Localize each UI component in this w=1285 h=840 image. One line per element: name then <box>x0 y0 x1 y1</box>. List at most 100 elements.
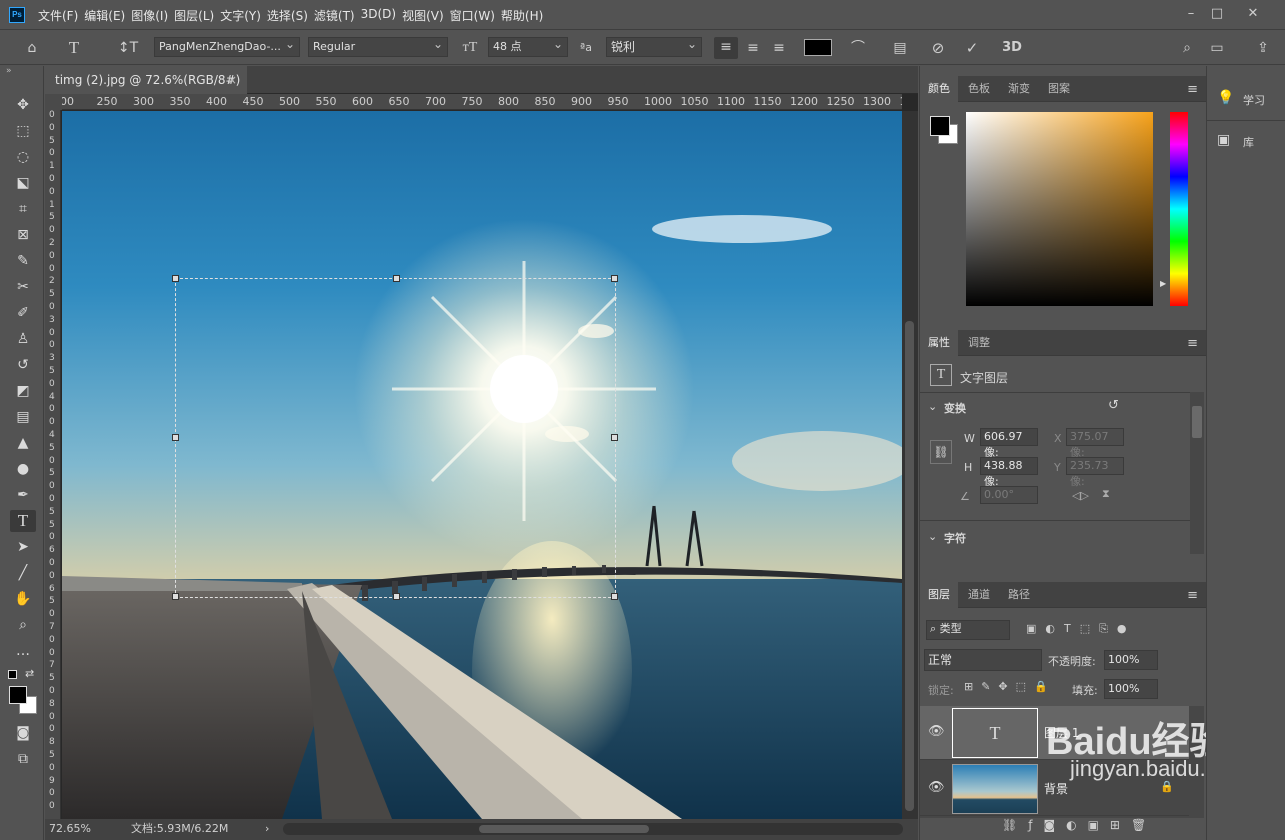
menu-item[interactable]: 3D(D) <box>361 7 402 24</box>
horizontal-scroll-thumb[interactable] <box>479 825 649 833</box>
status-menu-icon[interactable]: › <box>265 819 269 839</box>
transform-handle[interactable] <box>611 593 618 600</box>
default-colors-icon[interactable] <box>8 670 17 679</box>
transform-handle[interactable] <box>611 434 618 441</box>
layer-name[interactable]: 背景 <box>1044 780 1068 797</box>
menu-item[interactable]: 文件(F) <box>38 7 84 24</box>
clone-stamp-tool-icon[interactable]: ♙ <box>10 328 36 350</box>
flip-vertical-icon[interactable]: ⧗ <box>1102 487 1110 501</box>
vertical-scrollbar[interactable] <box>902 111 918 819</box>
tab-gradients[interactable]: 渐变 <box>1000 76 1038 102</box>
font-family-select[interactable]: PangMenZhengDao-... <box>154 37 300 57</box>
menu-item[interactable]: 窗口(W) <box>450 7 501 24</box>
menu-item[interactable]: 选择(S) <box>267 7 314 24</box>
panel-foreground-swatch[interactable] <box>930 116 950 136</box>
zoom-tool-icon[interactable]: ⌕ <box>10 614 36 636</box>
character-panel-icon[interactable]: ▤ <box>888 38 912 58</box>
scroll-thumb[interactable] <box>905 321 914 811</box>
menu-item[interactable]: 编辑(E) <box>84 7 131 24</box>
align-right-icon[interactable]: ≡ <box>767 38 791 58</box>
commit-icon[interactable]: ✓ <box>960 38 984 58</box>
menu-item[interactable]: 帮助(H) <box>501 7 549 24</box>
search-icon[interactable]: ⌕ <box>1176 38 1198 58</box>
transform-collapse-icon[interactable]: ⌄ <box>928 400 937 413</box>
history-brush-tool-icon[interactable]: ↺ <box>10 354 36 376</box>
width-input[interactable]: 606.97 像: <box>980 428 1038 459</box>
hue-slider-marker-icon[interactable]: ▶ <box>1160 279 1166 288</box>
share-icon[interactable]: ⇪ <box>1252 38 1274 58</box>
y-input[interactable]: 235.73 像: <box>1066 457 1124 488</box>
brush-tool-icon[interactable]: ✐ <box>10 302 36 324</box>
foreground-color-swatch[interactable] <box>9 686 27 704</box>
align-left-icon[interactable]: ≡ <box>714 37 738 59</box>
properties-scroll-thumb[interactable] <box>1192 406 1202 438</box>
blend-mode-select[interactable]: 正常 <box>924 649 1042 671</box>
gradient-tool-icon[interactable]: ▤ <box>10 406 36 428</box>
type-tool-icon[interactable]: T <box>10 510 36 532</box>
learn-label[interactable]: 学习 <box>1243 92 1265 108</box>
collapse-toolbar-icon[interactable]: » <box>6 66 12 76</box>
crop-tool-icon[interactable]: ⌗ <box>10 198 36 220</box>
font-size-select[interactable]: 48 点 <box>488 37 568 57</box>
blur-tool-icon[interactable]: ▲ <box>10 432 36 454</box>
workspace-icon[interactable]: ▭ <box>1206 38 1228 58</box>
cancel-icon[interactable]: ⊘ <box>926 38 950 58</box>
menu-item[interactable]: 滤镜(T) <box>314 7 361 24</box>
anti-alias-select[interactable]: 锐利 <box>606 37 702 57</box>
object-select-tool-icon[interactable]: ⬕ <box>10 172 36 194</box>
maximize-button[interactable]: □ <box>1207 5 1227 23</box>
home-icon[interactable]: ⌂ <box>20 38 44 58</box>
tab-channels[interactable]: 通道 <box>960 582 998 608</box>
x-input[interactable]: 375.07 像: <box>1066 428 1124 459</box>
panel-menu-icon[interactable]: ≡ <box>1187 588 1198 603</box>
panel-menu-icon[interactable]: ≡ <box>1187 82 1198 97</box>
menu-item[interactable]: 文字(Y) <box>220 7 267 24</box>
panel-menu-icon[interactable]: ≡ <box>1187 336 1198 351</box>
close-tab-icon[interactable]: × <box>227 66 237 94</box>
text-bounding-box[interactable] <box>172 275 618 600</box>
transform-handle[interactable] <box>172 593 179 600</box>
properties-scrollbar[interactable] <box>1190 392 1204 554</box>
angle-input[interactable]: 0.00° <box>980 486 1038 504</box>
visibility-eye-icon[interactable]: 👁 <box>928 724 945 739</box>
library-icon[interactable]: ▣ <box>1217 132 1230 148</box>
marquee-tool-icon[interactable]: ⬚ <box>10 120 36 142</box>
hand-tool-icon[interactable]: ✋ <box>10 588 36 610</box>
transform-handle[interactable] <box>172 275 179 282</box>
minimize-button[interactable]: – <box>1181 5 1201 23</box>
hue-slider[interactable] <box>1170 112 1188 306</box>
character-collapse-icon[interactable]: ⌄ <box>928 530 937 543</box>
tab-color[interactable]: 颜色 <box>920 76 958 102</box>
more-tools-icon[interactable]: … <box>10 640 36 662</box>
menu-item[interactable]: 图像(I) <box>131 7 174 24</box>
reset-transform-icon[interactable]: ↺ <box>1108 398 1119 413</box>
lightbulb-icon[interactable]: 💡 <box>1217 90 1234 106</box>
frame-tool-icon[interactable]: ⊠ <box>10 224 36 246</box>
tab-swatches[interactable]: 色板 <box>960 76 998 102</box>
lasso-tool-icon[interactable]: ◌ <box>10 146 36 168</box>
link-dimensions-icon[interactable]: ⛓ <box>930 440 952 464</box>
pen-tool-icon[interactable]: ✒ <box>10 484 36 506</box>
tab-properties[interactable]: 属性 <box>920 330 958 356</box>
transform-handle[interactable] <box>172 434 179 441</box>
horizontal-scrollbar[interactable] <box>283 823 903 835</box>
warp-text-icon[interactable]: ⌒ <box>846 38 870 58</box>
screen-mode-icon[interactable]: ⧉ <box>10 748 36 770</box>
quick-mask-icon[interactable]: ◙ <box>10 722 36 744</box>
eyedropper-tool-icon[interactable]: ✎ <box>10 250 36 272</box>
layer-filter-select[interactable]: ⌕ 类型 <box>926 620 1010 640</box>
flip-horizontal-icon[interactable]: ◁▷ <box>1072 489 1089 502</box>
height-input[interactable]: 438.88 像: <box>980 457 1038 488</box>
menu-item[interactable]: 视图(V) <box>402 7 450 24</box>
path-selection-tool-icon[interactable]: ➤ <box>10 536 36 558</box>
zoom-level[interactable]: 72.65% <box>49 819 91 839</box>
align-center-icon[interactable]: ≡ <box>741 38 765 58</box>
move-tool-icon[interactable]: ✥ <box>10 94 36 116</box>
swap-colors-icon[interactable]: ⇄ <box>25 667 34 680</box>
layers-footer-icons[interactable]: ⛓ƒ◙◐▣⊞🗑 <box>1002 818 1157 832</box>
transform-handle[interactable] <box>611 275 618 282</box>
layer-filter-icons[interactable]: ▣◐T⬚⎘● <box>1026 622 1136 636</box>
text-orientation-icon[interactable]: ↕T <box>116 38 140 58</box>
dodge-tool-icon[interactable]: ● <box>10 458 36 480</box>
fill-input[interactable]: 100% <box>1104 679 1158 699</box>
